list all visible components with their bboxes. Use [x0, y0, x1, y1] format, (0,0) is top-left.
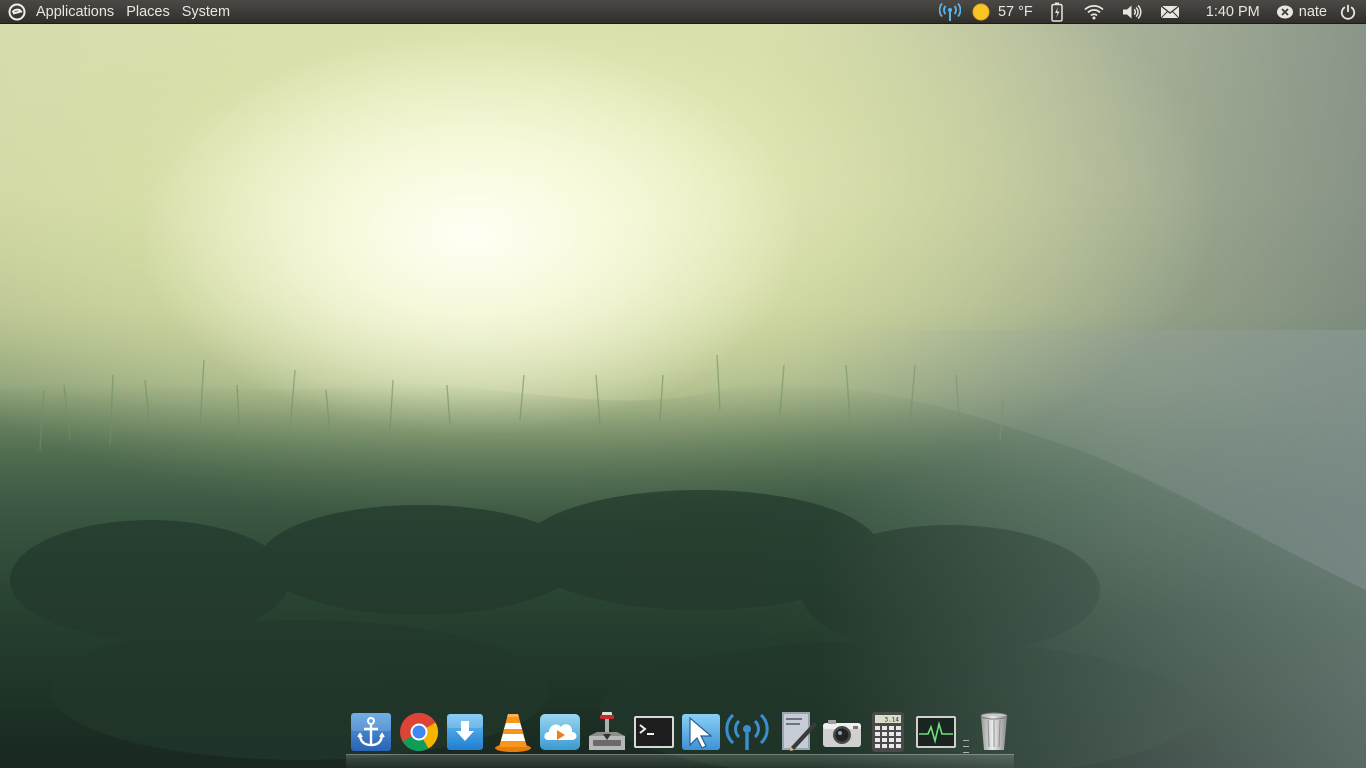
menu-applications[interactable]: Applications [30, 0, 120, 24]
dock-item-chrome[interactable] [397, 710, 441, 754]
wifi-icon[interactable] [1075, 0, 1113, 24]
dock-item-calculator[interactable]: 3.14 [866, 710, 910, 754]
dock-item-vlc[interactable] [491, 710, 535, 754]
calculator-icon: 3.14 [872, 712, 904, 752]
cloud-play-icon [540, 714, 580, 750]
clock[interactable]: 1:40 PM [1189, 0, 1272, 24]
installer-icon [589, 712, 625, 750]
camera-icon [823, 720, 861, 747]
dock-item-camera[interactable] [820, 710, 864, 754]
pen-document-icon [782, 712, 817, 751]
monitor-pulse-icon [916, 716, 956, 748]
dock-item-trash[interactable] [972, 710, 1016, 754]
user-name: nate [1298, 4, 1327, 20]
sun-icon [972, 3, 990, 21]
menu-places[interactable]: Places [120, 0, 176, 24]
trash-icon [980, 712, 1008, 750]
download-arrow-icon [447, 714, 483, 750]
anchor-icon [351, 713, 391, 751]
dock-item-network-broadcast[interactable] [725, 710, 769, 754]
volume-icon[interactable] [1113, 0, 1151, 24]
calculator-display-text: 3.14 [885, 717, 900, 724]
grass-foreground [0, 330, 1366, 768]
dock-item-downloader[interactable] [443, 710, 487, 754]
cursor-icon [682, 714, 720, 750]
vlc-cone-icon [495, 714, 531, 752]
dock-item-text-editor[interactable] [774, 710, 818, 754]
network-broadcast-icon[interactable] [934, 0, 966, 24]
top-panel: Applications Places System 57 °F 1:40 PM… [0, 0, 1366, 24]
weather-indicator[interactable]: 57 °F [966, 0, 1043, 24]
dock-item-anchor[interactable] [349, 710, 393, 754]
dock-item-pointer[interactable] [679, 710, 723, 754]
mail-icon[interactable] [1151, 0, 1189, 24]
battery-icon[interactable] [1043, 0, 1075, 24]
power-icon[interactable] [1337, 0, 1366, 24]
terminal-icon [634, 716, 674, 748]
dock-item-installer[interactable] [585, 710, 629, 754]
broadcast-icon [725, 713, 769, 750]
distro-logo-icon[interactable] [0, 0, 30, 24]
dock-item-terminal[interactable] [632, 710, 676, 754]
dock-shelf [346, 754, 1014, 768]
user-menu[interactable]: nate [1272, 0, 1337, 24]
menu-system[interactable]: System [176, 0, 236, 24]
weather-temperature: 57 °F [997, 4, 1033, 20]
dock-item-system-monitor[interactable] [914, 710, 958, 754]
user-status-icon [1276, 5, 1293, 19]
chrome-icon [400, 712, 439, 752]
dock-separator [963, 738, 969, 758]
dock-item-cloud-player[interactable] [538, 710, 582, 754]
dock: 3.14 [346, 708, 1014, 768]
